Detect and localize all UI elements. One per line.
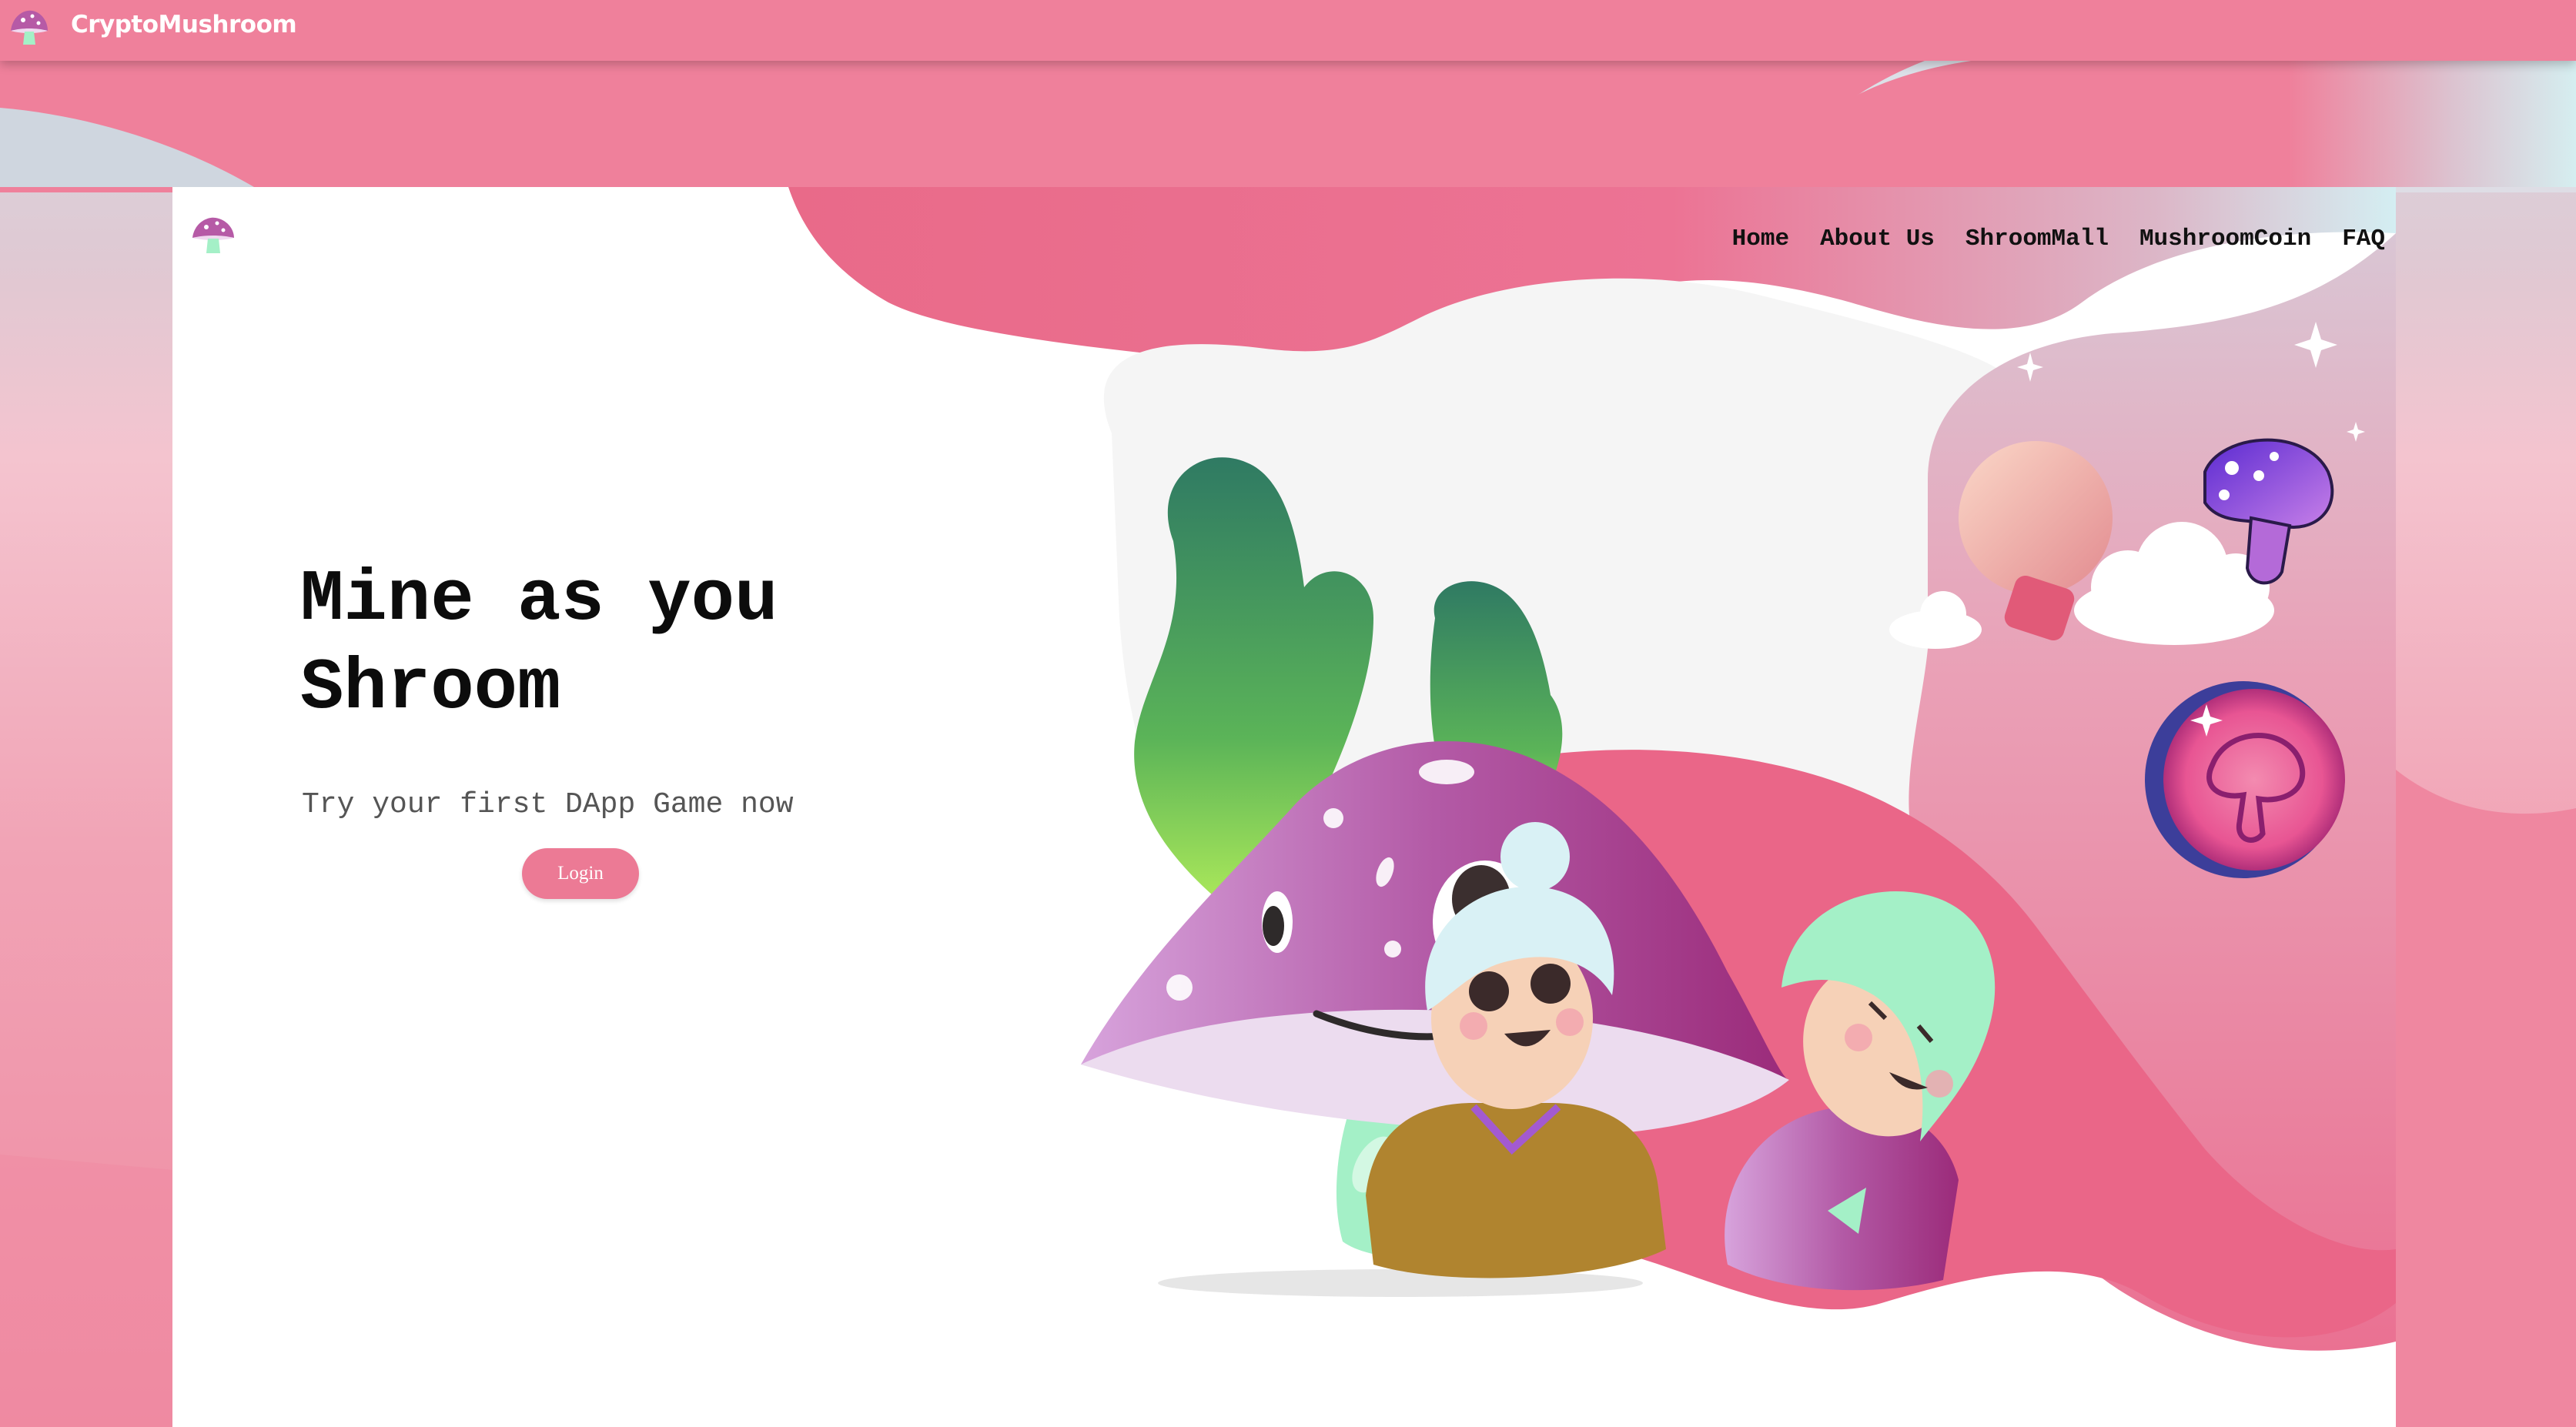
brand-name[interactable]: CryptoMushroom xyxy=(71,11,297,38)
hero-title: Mine as you Shroom xyxy=(300,560,778,730)
nav-home[interactable]: Home xyxy=(1732,226,1789,252)
mushroom-logo-icon[interactable] xyxy=(6,5,52,51)
nav-shroommall[interactable]: ShroomMall xyxy=(1965,226,2109,252)
landing-card: Home About Us ShroomMall MushroomCoin FA… xyxy=(172,187,2396,1427)
nav-faq[interactable]: FAQ xyxy=(2342,226,2385,252)
main-navigation: Home About Us ShroomMall MushroomCoin FA… xyxy=(1732,226,2385,252)
nav-about-us[interactable]: About Us xyxy=(1820,226,1935,252)
nav-mushroomcoin[interactable]: MushroomCoin xyxy=(2139,226,2311,252)
top-app-bar: CryptoMushroom xyxy=(0,0,2576,61)
hero-subtitle: Try your first DApp Game now xyxy=(302,788,794,821)
page-logo-icon[interactable] xyxy=(188,213,239,259)
login-button[interactable]: Login xyxy=(522,848,639,899)
